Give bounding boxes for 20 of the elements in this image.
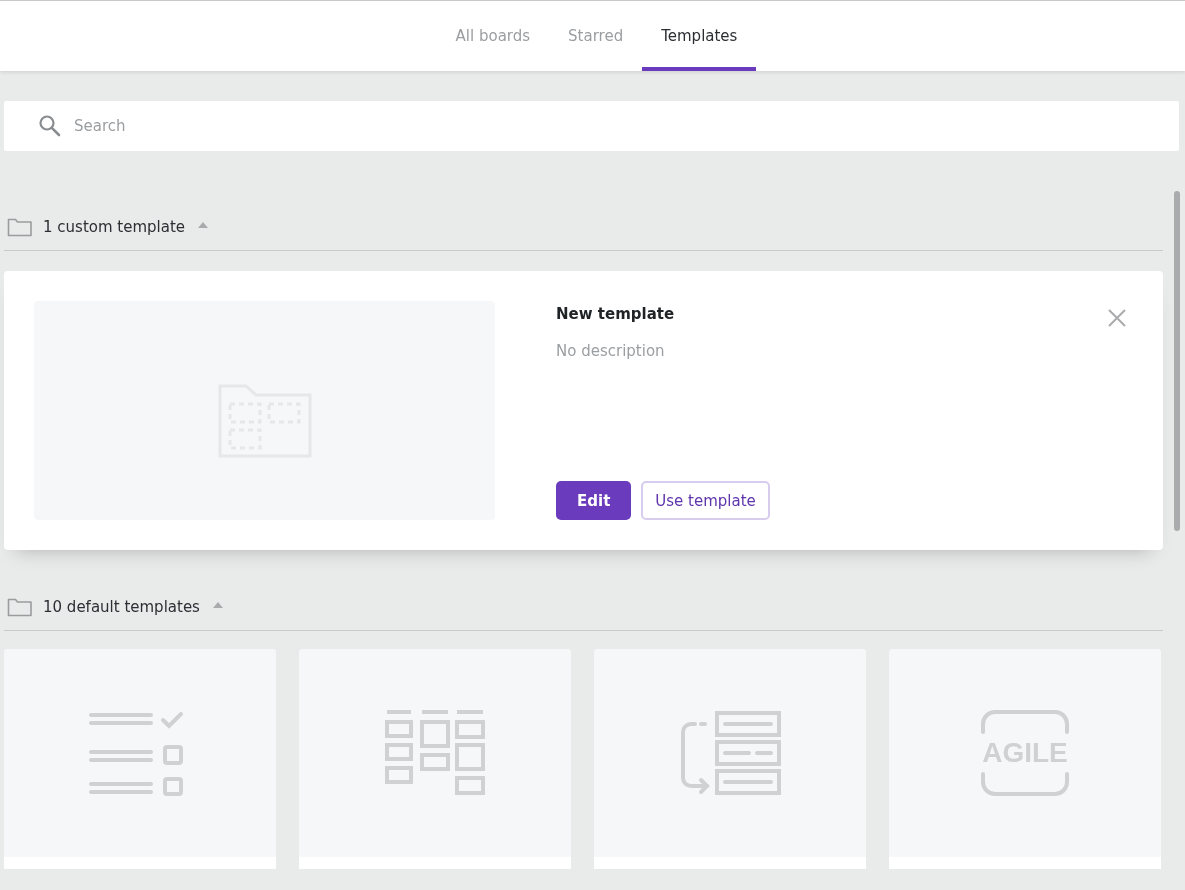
tab[interactable]: Templates [642, 1, 757, 71]
template-description: No description [556, 342, 666, 360]
section-title: 10 default templates [43, 598, 200, 616]
scrollbar[interactable] [1174, 191, 1180, 531]
caret-icon[interactable] [197, 221, 210, 229]
use-template-button[interactable]: Use template [641, 481, 770, 520]
edit-button[interactable]: Edit [556, 481, 632, 520]
search-field[interactable]: Search [4, 101, 1179, 151]
template-card[interactable] [4, 649, 276, 869]
folder-icon [7, 597, 33, 617]
kanban-board-icon [385, 710, 485, 796]
caret-icon[interactable] [211, 601, 224, 609]
process-flow-icon [679, 710, 781, 796]
template-card[interactable] [594, 649, 866, 869]
folder-icon [7, 217, 33, 237]
template-title: New template [556, 305, 676, 323]
close-icon[interactable] [1107, 308, 1127, 328]
bracket-icon [979, 710, 1071, 796]
section-title: 1 custom template [43, 218, 186, 236]
template-card[interactable] [299, 649, 571, 869]
